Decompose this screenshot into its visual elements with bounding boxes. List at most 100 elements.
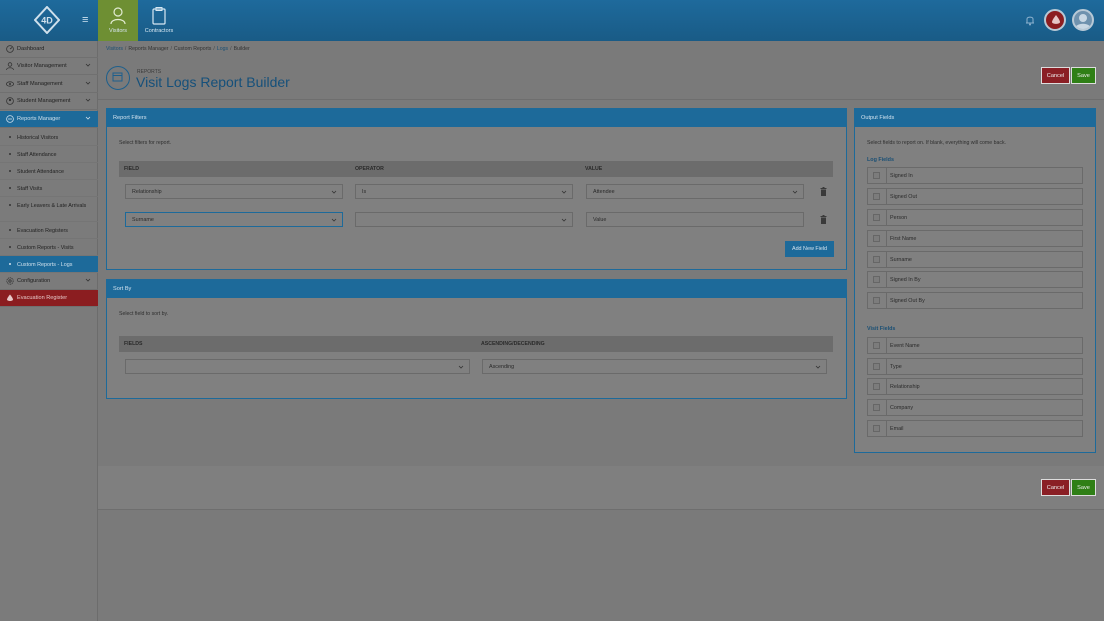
chevron-down-icon — [815, 365, 821, 369]
sidebar-item-label: Dashboard — [17, 46, 45, 52]
checkbox[interactable] — [873, 172, 880, 179]
filter-operator-select[interactable] — [355, 212, 573, 227]
add-new-field-button[interactable]: Add New Field — [785, 241, 834, 257]
sidebar-subitem-historical-visitors[interactable]: Historical Visitors — [0, 129, 98, 146]
checkbox-label: Event Name — [890, 343, 920, 349]
output-fields-hint: Select fields to report on. If blank, ev… — [867, 140, 1006, 146]
bullet-icon — [9, 229, 11, 231]
tab-contractors-label: Contractors — [144, 28, 174, 34]
filter-value-select[interactable]: Attendee — [586, 184, 804, 199]
column-order: ASCENDING/DECENDING — [481, 341, 545, 347]
checkbox-label: Signed In — [890, 173, 913, 179]
checkbox[interactable] — [873, 404, 880, 411]
breadcrumb-custom-reports[interactable]: Custom Reports — [174, 46, 211, 52]
sidebar-subitem-student-attendance[interactable]: Student Attendance — [0, 163, 98, 180]
sidebar-subitem-custom-reports-logs[interactable]: Custom Reports - Logs — [0, 256, 98, 273]
checkbox-row[interactable]: Signed In By — [867, 271, 1083, 288]
checkbox-row[interactable]: First Name — [867, 230, 1083, 247]
bullet-icon — [9, 136, 11, 138]
checkbox-row[interactable]: Company — [867, 399, 1083, 416]
checkbox-label: Signed In By — [890, 277, 921, 283]
header-divider — [98, 99, 1104, 100]
sidebar-item-label: Student Management — [17, 98, 71, 104]
sidebar-item-label: Staff Management — [17, 81, 63, 87]
filter-field-value: Relationship — [132, 189, 162, 195]
report-icon — [106, 66, 130, 90]
checkbox-row[interactable]: Event Name — [867, 337, 1083, 354]
filter-value-input[interactable]: Value — [586, 212, 804, 227]
checkbox-label: Relationship — [890, 384, 920, 390]
dashboard-icon — [6, 45, 14, 53]
checkbox-label: Company — [890, 405, 914, 411]
checkbox[interactable] — [873, 235, 880, 242]
checkbox[interactable] — [873, 256, 880, 263]
sidebar-item-staff-management[interactable]: Staff Management — [0, 76, 98, 93]
reports-icon — [6, 115, 14, 123]
sidebar-subitem-custom-reports-visits[interactable]: Custom Reports - Visits — [0, 239, 98, 256]
sidebar-item-student-management[interactable]: Student Management — [0, 93, 98, 110]
checkbox-row[interactable]: Relationship — [867, 378, 1083, 395]
chevron-down-icon — [331, 218, 337, 222]
tab-visitors-label: Visitors — [109, 28, 127, 34]
column-fields: FIELDS — [124, 341, 143, 347]
filter-field-select[interactable]: Surname — [125, 212, 343, 227]
chevron-down-icon — [85, 63, 91, 67]
save-button[interactable]: Save — [1071, 67, 1096, 84]
evacuation-alert-button[interactable] — [1044, 9, 1066, 31]
breadcrumb-reports-manager[interactable]: Reports Manager — [128, 46, 168, 52]
sidebar-subitem-early-leavers[interactable]: Early Leavers & Late Arrivals — [0, 197, 98, 222]
sidebar-item-configuration[interactable]: Configuration — [0, 273, 98, 290]
logo-4d-icon[interactable]: 4D — [34, 6, 60, 34]
checkbox[interactable] — [873, 363, 880, 370]
sidebar-item-reports-manager[interactable]: Reports Manager — [0, 111, 98, 128]
checkbox[interactable] — [873, 342, 880, 349]
checkbox[interactable] — [873, 214, 880, 221]
breadcrumb-logs[interactable]: Logs — [217, 46, 228, 52]
footer-cancel-button[interactable]: Cancel — [1041, 479, 1070, 496]
tab-contractors[interactable]: Contractors — [139, 0, 179, 41]
checkbox[interactable] — [873, 297, 880, 304]
sidebar-subitem-label: Custom Reports - Logs — [17, 262, 73, 268]
filter-operator-select[interactable]: Is — [355, 184, 573, 199]
footer-actions — [98, 466, 1104, 510]
trash-icon[interactable] — [820, 215, 827, 224]
checkbox-row[interactable]: Surname — [867, 251, 1083, 268]
checkbox[interactable] — [873, 276, 880, 283]
footer-save-button[interactable]: Save — [1071, 479, 1096, 496]
checkbox-row[interactable]: Person — [867, 209, 1083, 226]
trash-icon[interactable] — [820, 187, 827, 196]
menu-icon[interactable]: ≡ — [82, 15, 88, 26]
user-avatar-icon[interactable] — [1072, 9, 1094, 31]
chevron-down-icon — [85, 98, 91, 102]
breadcrumb-builder: Builder — [233, 46, 250, 52]
checkbox-row[interactable]: Signed In — [867, 167, 1083, 184]
bullet-icon — [9, 170, 11, 172]
checkbox[interactable] — [873, 193, 880, 200]
checkbox-label: Signed Out By — [890, 298, 925, 304]
filter-value-value: Attendee — [593, 189, 615, 195]
checkbox-row[interactable]: Signed Out By — [867, 292, 1083, 309]
output-fields-title: Output Fields — [855, 109, 1095, 127]
checkbox[interactable] — [873, 425, 880, 432]
cancel-button[interactable]: Cancel — [1041, 67, 1070, 84]
sidebar-subitem-evacuation-registers[interactable]: Evacuation Registers — [0, 222, 98, 239]
sidebar-subitem-label: Staff Visits — [17, 186, 43, 192]
sort-field-select[interactable] — [125, 359, 470, 374]
sidebar-item-evacuation-register[interactable]: Evacuation Register — [0, 290, 98, 307]
checkbox-row[interactable]: Type — [867, 358, 1083, 375]
tab-visitors[interactable]: Visitors — [98, 0, 138, 41]
sort-order-select[interactable]: Ascending — [482, 359, 827, 374]
checkbox[interactable] — [873, 383, 880, 390]
checkbox-row[interactable]: Signed Out — [867, 188, 1083, 205]
sidebar-subitem-staff-attendance[interactable]: Staff Attendance — [0, 146, 98, 163]
checkbox-row[interactable]: Email — [867, 420, 1083, 437]
filter-field-select[interactable]: Relationship — [125, 184, 343, 199]
chevron-down-icon — [85, 81, 91, 85]
sidebar-item-visitor-management[interactable]: Visitor Management — [0, 58, 98, 75]
drop-icon — [7, 294, 13, 301]
breadcrumb-visitors[interactable]: Visitors — [106, 46, 123, 52]
sidebar-subitem-staff-visits[interactable]: Staff Visits — [0, 180, 98, 197]
bell-icon[interactable] — [1025, 14, 1035, 26]
sidebar-item-dashboard[interactable]: Dashboard — [0, 41, 98, 58]
checkbox-label: First Name — [890, 236, 917, 242]
